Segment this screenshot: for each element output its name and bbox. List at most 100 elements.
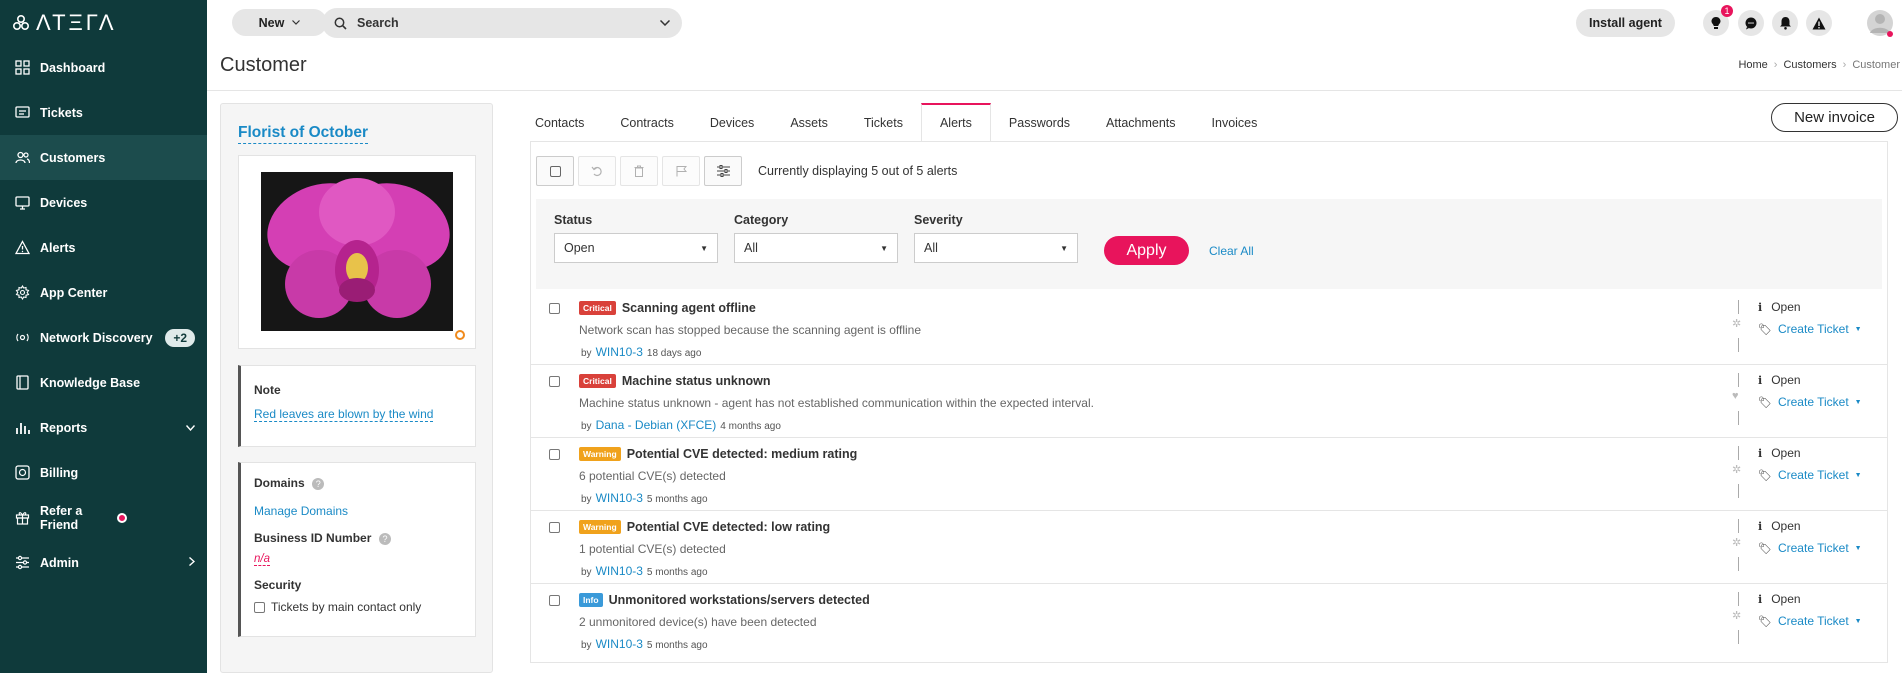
alert-row[interactable]: Info Unmonitored workstations/servers det…	[531, 584, 1887, 657]
create-ticket-button[interactable]: 🏷︎ Create Ticket ▼	[1758, 322, 1862, 336]
note-label: Note	[254, 383, 281, 397]
create-ticket-button[interactable]: 🏷︎ Create Ticket ▼	[1758, 614, 1862, 628]
manage-domains-link[interactable]: Manage Domains	[254, 504, 462, 518]
heart-icon[interactable]: ♥	[1732, 390, 1739, 402]
sidebar-item-reports[interactable]: Reports	[0, 405, 207, 450]
bell-icon[interactable]	[1772, 10, 1798, 36]
filter-settings-icon[interactable]	[704, 156, 742, 186]
help-icon[interactable]: ?	[379, 532, 391, 545]
alert-by-label: by	[581, 421, 592, 432]
tab-passwords[interactable]: Passwords	[991, 103, 1088, 141]
alert-by-label: by	[581, 567, 592, 578]
sidebar-item-alerts[interactable]: Alerts	[0, 225, 207, 270]
sidebar-item-app-center[interactable]: App Center	[0, 270, 207, 315]
alerts-panel: Currently displaying 5 out of 5 alerts S…	[530, 141, 1888, 663]
sidebar-item-refer-a-friend[interactable]: Refer a Friend	[0, 495, 207, 540]
chat-icon[interactable]	[1738, 10, 1764, 36]
create-ticket-button[interactable]: 🏷︎ Create Ticket ▼	[1758, 468, 1862, 482]
alert-row[interactable]: Warning Potential CVE detected: low ratin…	[531, 511, 1887, 584]
note-text[interactable]: Red leaves are blown by the wind	[254, 407, 434, 422]
tickets-icon	[14, 105, 30, 121]
new-invoice-button[interactable]: New invoice	[1771, 103, 1898, 132]
alert-device-link[interactable]: WIN10-3	[596, 564, 643, 578]
business-id-value[interactable]: n/a	[254, 553, 270, 566]
sidebar-item-knowledge-base[interactable]: Knowledge Base	[0, 360, 207, 405]
tab-devices[interactable]: Devices	[692, 103, 772, 141]
alert-description: 1 potential CVE(s) detected	[579, 542, 726, 556]
snooze-icon[interactable]: ✲	[1732, 463, 1741, 476]
sidebar-item-devices[interactable]: Devices	[0, 180, 207, 225]
alert-device-link[interactable]: WIN10-3	[596, 345, 643, 359]
tab-contracts[interactable]: Contracts	[602, 103, 692, 141]
tab-assets[interactable]: Assets	[772, 103, 846, 141]
create-ticket-label: Create Ticket	[1777, 468, 1849, 482]
clear-all-link[interactable]: Clear All	[1209, 244, 1254, 258]
breadcrumb-customers[interactable]: Customers	[1783, 59, 1836, 71]
flag-icon[interactable]	[662, 156, 700, 186]
alert-checkbox[interactable]	[549, 522, 560, 533]
help-icon[interactable]: ?	[312, 477, 325, 490]
new-dot-indicator	[116, 512, 127, 523]
alert-device-link[interactable]: Dana - Debian (XFCE)	[596, 418, 717, 432]
alert-device-link[interactable]: WIN10-3	[596, 491, 643, 505]
select-all-checkbox[interactable]	[536, 156, 574, 186]
search-input[interactable]: Search	[357, 16, 660, 30]
notification-badge: 1	[1721, 5, 1733, 17]
user-avatar[interactable]	[1866, 8, 1894, 38]
snooze-icon[interactable]: ✲	[1732, 536, 1741, 549]
new-button[interactable]: New	[232, 9, 327, 36]
undo-icon[interactable]	[578, 156, 616, 186]
customer-photo[interactable]	[261, 172, 453, 331]
security-checkbox[interactable]	[254, 601, 265, 613]
alert-row[interactable]: Critical Scanning agent offline Network sc…	[531, 292, 1887, 365]
alert-checkbox[interactable]	[549, 595, 560, 606]
trash-icon[interactable]	[620, 156, 658, 186]
sidebar-item-billing[interactable]: Billing	[0, 450, 207, 495]
breadcrumb-separator: ›	[1773, 59, 1778, 71]
alert-by-label: by	[581, 494, 592, 505]
create-ticket-button[interactable]: 🏷︎ Create Ticket ▼	[1758, 541, 1862, 555]
alert-title[interactable]: Potential CVE detected: low rating	[627, 520, 831, 534]
create-ticket-button[interactable]: 🏷︎ Create Ticket ▼	[1758, 395, 1862, 409]
alert-title[interactable]: Potential CVE detected: medium rating	[627, 447, 858, 461]
install-agent-button[interactable]: Install agent	[1576, 9, 1675, 37]
alert-title[interactable]: Unmonitored workstations/servers detecte…	[609, 593, 870, 607]
chevron-down-icon	[292, 20, 301, 25]
dashboard-icon	[14, 60, 30, 76]
sidebar-item-dashboard[interactable]: Dashboard	[0, 45, 207, 90]
severity-select[interactable]: All ▼	[914, 233, 1078, 263]
breadcrumb-home[interactable]: Home	[1738, 59, 1767, 71]
sidebar-item-network-discovery[interactable]: Network Discovery +2	[0, 315, 207, 360]
alert-device-link[interactable]: WIN10-3	[596, 637, 643, 651]
tab-invoices[interactable]: Invoices	[1194, 103, 1276, 141]
customer-name[interactable]: Florist of October	[238, 124, 369, 144]
search-bar[interactable]: Search	[322, 8, 682, 38]
category-select[interactable]: All ▼	[734, 233, 898, 263]
photo-edit-indicator[interactable]	[455, 330, 465, 340]
snooze-icon[interactable]: ✲	[1732, 317, 1741, 330]
snooze-icon[interactable]: ✲	[1732, 609, 1741, 622]
tab-attachments[interactable]: Attachments	[1088, 103, 1193, 141]
tab-tickets[interactable]: Tickets	[846, 103, 921, 141]
app-logo[interactable]: ΛΤΞΓΛ	[0, 0, 207, 45]
warning-icon[interactable]	[1806, 10, 1832, 36]
alert-title[interactable]: Scanning agent offline	[622, 301, 756, 315]
apply-button[interactable]: Apply	[1104, 236, 1189, 265]
sidebar-item-tickets[interactable]: Tickets	[0, 90, 207, 135]
sidebar-item-admin[interactable]: Admin	[0, 540, 207, 585]
alert-checkbox[interactable]	[549, 376, 560, 387]
alert-checkbox[interactable]	[549, 303, 560, 314]
alert-checkbox[interactable]	[549, 449, 560, 460]
alert-row[interactable]: Warning Potential CVE detected: medium ra…	[531, 438, 1887, 511]
alert-row[interactable]: Critical Machine status unknown Machine st…	[531, 365, 1887, 438]
alert-title[interactable]: Machine status unknown	[622, 374, 771, 388]
tab-contacts[interactable]: Contacts	[531, 103, 602, 141]
sidebar-item-customers[interactable]: Customers	[0, 135, 207, 180]
status-select[interactable]: Open ▼	[554, 233, 718, 263]
lightbulb-icon[interactable]: 1	[1703, 5, 1733, 36]
alert-status: i Open	[1758, 373, 1801, 387]
security-option[interactable]: Tickets by main contact only	[254, 600, 462, 614]
tab-alerts[interactable]: Alerts	[920, 103, 991, 141]
sidebar-item-label: Customers	[40, 150, 106, 165]
severity-badge: Info	[579, 593, 603, 607]
